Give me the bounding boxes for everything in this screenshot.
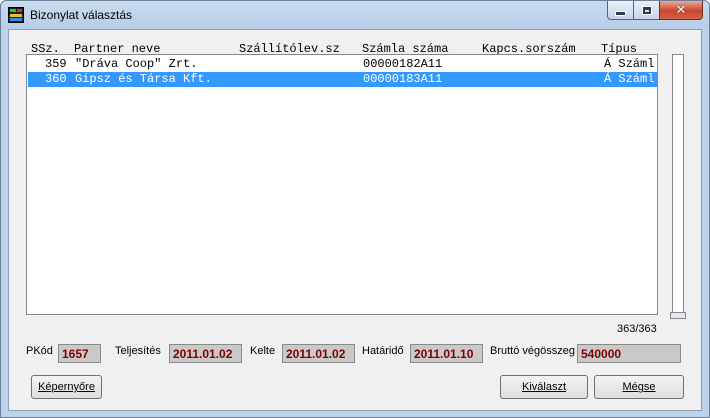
hatarido-field: 2011.01.10 bbox=[410, 344, 483, 363]
pkod-label: PKód bbox=[26, 345, 53, 357]
record-count: 363/363 bbox=[617, 323, 657, 335]
close-icon: ✕ bbox=[675, 2, 687, 18]
vertical-scrollbar[interactable] bbox=[672, 54, 684, 315]
row-partner: Gipsz és Társa Kft. bbox=[75, 72, 212, 86]
brutto-field: 540000 bbox=[577, 344, 681, 363]
row-szamla: 00000182A11 bbox=[363, 57, 443, 71]
row-ssz: 359 bbox=[45, 57, 67, 71]
dialog-client-area: SSz. Partner neve Szállítólev.sz Számla … bbox=[8, 29, 702, 411]
teljesites-field: 2011.01.02 bbox=[169, 344, 242, 363]
list-item-selected[interactable]: 360 Gipsz és Társa Kft. 00000183A11 Á Sz… bbox=[28, 72, 657, 87]
dialog-window: Bizonylat választás ✕ SSz. Partner neve … bbox=[0, 0, 710, 418]
megse-button[interactable]: Mégse bbox=[594, 375, 684, 399]
scrollbar-thumb[interactable] bbox=[670, 312, 686, 319]
kelte-field: 2011.01.02 bbox=[282, 344, 355, 363]
brutto-label: Bruttó végösszeg bbox=[490, 345, 575, 357]
hatarido-label: Határidő bbox=[362, 345, 404, 357]
megse-button-label: Mégse bbox=[622, 381, 656, 393]
window-title: Bizonylat választás bbox=[30, 8, 133, 22]
caption-buttons: ✕ bbox=[607, 1, 703, 21]
maximize-button[interactable] bbox=[633, 1, 659, 20]
pkod-field: 1657 bbox=[58, 344, 101, 363]
row-tipus: Á Száml bbox=[604, 57, 655, 71]
document-listbox[interactable]: 359 "Dráva Coop" Zrt. 00000182A11 Á Szám… bbox=[26, 54, 658, 315]
minimize-icon bbox=[615, 10, 626, 16]
row-ssz: 360 bbox=[45, 72, 67, 86]
kelte-label: Kelte bbox=[250, 345, 276, 357]
close-button[interactable]: ✕ bbox=[659, 1, 703, 20]
kepernyore-button[interactable]: Képernyőre bbox=[31, 375, 102, 399]
app-icon[interactable] bbox=[8, 7, 24, 23]
minimize-button[interactable] bbox=[607, 1, 633, 20]
list-item[interactable]: 359 "Dráva Coop" Zrt. 00000182A11 Á Szám… bbox=[28, 57, 657, 72]
kepernyore-button-label: Képernyőre bbox=[38, 381, 95, 393]
kivalaszt-button[interactable]: Kiválaszt bbox=[500, 375, 588, 399]
row-partner: "Dráva Coop" Zrt. bbox=[75, 57, 198, 71]
title-bar[interactable]: Bizonylat választás ✕ bbox=[1, 1, 709, 29]
maximize-icon bbox=[641, 5, 652, 15]
teljesites-label: Teljesítés bbox=[115, 345, 161, 357]
row-szamla: 00000183A11 bbox=[363, 72, 443, 86]
kivalaszt-button-label: Kiválaszt bbox=[521, 381, 567, 393]
row-tipus: Á Száml bbox=[604, 72, 655, 86]
